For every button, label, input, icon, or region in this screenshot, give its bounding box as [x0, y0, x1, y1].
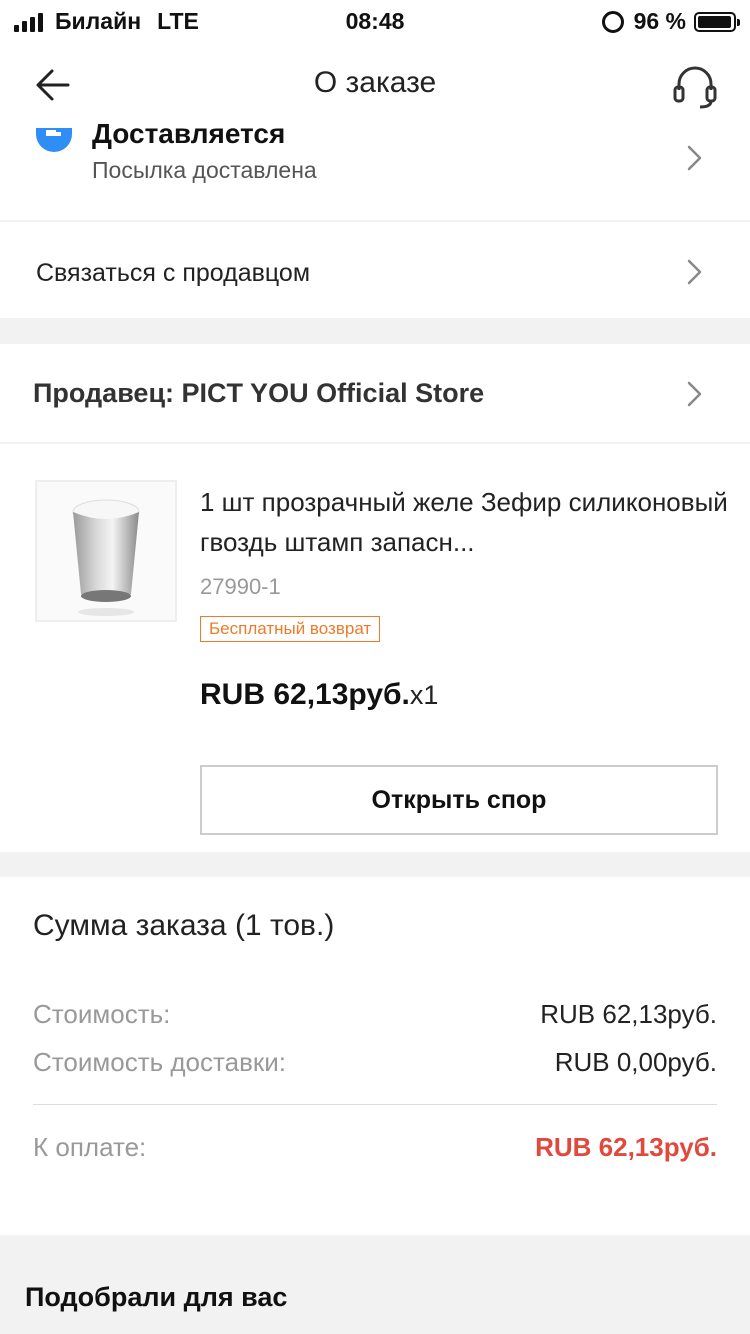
product-sku: 27990-1: [200, 574, 281, 599]
quantity: x1: [409, 680, 439, 710]
delivery-status: Доставляется: [92, 118, 286, 149]
battery-fill: [698, 15, 731, 28]
price-value: RUB 62,13руб.: [200, 678, 410, 711]
navigation-bar: О заказе: [0, 40, 750, 128]
order-summary: Сумма заказа (1 тов.) Стоимость: RUB 62,…: [0, 877, 750, 1235]
chevron-right-icon: [687, 145, 702, 171]
contact-seller-row[interactable]: Связаться с продавцом: [0, 222, 750, 318]
truck-icon: [36, 128, 72, 152]
open-dispute-button[interactable]: Открыть спор: [200, 765, 718, 835]
product-card: 1 шт прозрачный желе Зефир силиконовый г…: [0, 444, 750, 852]
product-image[interactable]: [35, 480, 177, 622]
battery-percent: 96 %: [633, 8, 686, 34]
divider: [33, 1104, 717, 1105]
status-right: 96 %: [601, 8, 740, 35]
battery-icon: [694, 11, 740, 32]
free-return-badge: Бесплатный возврат: [200, 616, 381, 642]
product-title[interactable]: 1 шт прозрачный желе Зефир силиконовый г…: [200, 482, 730, 562]
delivery-substatus: Посылка доставлена: [92, 157, 317, 183]
summary-title: Сумма заказа (1 тов.): [33, 909, 335, 942]
shipping-value: RUB 0,00руб.: [554, 1047, 717, 1077]
product-stamp-image: [72, 499, 140, 616]
total-value: RUB 62,13руб.: [535, 1132, 717, 1162]
alarm-icon: [601, 10, 624, 33]
total-label: К оплате:: [33, 1132, 147, 1162]
page-title: О заказе: [313, 66, 437, 99]
cost-label: Стоимость:: [33, 999, 171, 1029]
delivery-status-row[interactable]: Доставляется Посылка доставлена: [0, 118, 750, 220]
chevron-right-icon: [687, 381, 702, 407]
cost-value: RUB 62,13руб.: [540, 999, 717, 1029]
headset-icon[interactable]: [670, 60, 720, 110]
contact-seller-label: Связаться с продавцом: [36, 259, 311, 287]
recommendations-title: Подобрали для вас: [25, 1282, 288, 1312]
seller-row[interactable]: Продавец: PICT YOU Official Store: [0, 344, 750, 442]
seller-name: Продавец: PICT YOU Official Store: [33, 378, 485, 408]
recommendations-section: Подобрали для вас: [0, 1236, 750, 1334]
product-price: RUB 62,13руб.x1: [200, 678, 438, 712]
status-bar: Билайн LTE 08:48 96 %: [0, 0, 750, 40]
shipping-label: Стоимость доставки:: [33, 1047, 287, 1077]
chevron-right-icon: [687, 259, 702, 285]
